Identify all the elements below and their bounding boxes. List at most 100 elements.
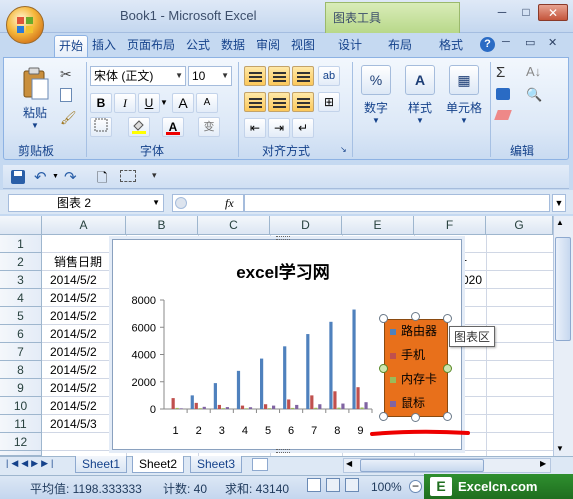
column-header[interactable]: C: [198, 216, 270, 235]
legend-item[interactable]: 鼠标: [390, 394, 450, 418]
decrease-indent-button[interactable]: ⇤: [244, 118, 266, 138]
shrink-font-button[interactable]: A: [196, 93, 218, 113]
dialog-launcher-icon[interactable]: ↘: [340, 145, 347, 154]
tab-home[interactable]: 开始: [54, 35, 89, 57]
cell-a10[interactable]: 2014/5/2: [50, 397, 114, 415]
fill-color-button[interactable]: [128, 117, 150, 137]
align-top-button[interactable]: [244, 66, 266, 86]
close-button[interactable]: ✕: [538, 4, 568, 21]
format-painter-icon[interactable]: 🖌: [60, 110, 77, 126]
cell-a9[interactable]: 2014/5/2: [50, 379, 114, 397]
row-header[interactable]: 8: [0, 361, 42, 379]
tab-formulas[interactable]: 公式: [182, 35, 214, 57]
zoom-level[interactable]: 100%: [371, 480, 402, 494]
legend-item[interactable]: 路由器: [390, 322, 450, 346]
merge-cells-button[interactable]: ⊞: [318, 92, 340, 112]
cut-icon[interactable]: ✂: [60, 66, 72, 83]
italic-button[interactable]: I: [114, 93, 136, 113]
page-break-view-icon[interactable]: [345, 478, 359, 492]
align-bottom-button[interactable]: [292, 66, 314, 86]
zoom-out-icon[interactable]: −: [409, 480, 422, 493]
scroll-down-icon[interactable]: ▼: [556, 444, 564, 453]
legend-handle[interactable]: [443, 364, 452, 373]
cell-a8[interactable]: 2014/5/2: [50, 361, 114, 379]
row-header[interactable]: 9: [0, 379, 42, 397]
formula-input[interactable]: [244, 194, 550, 212]
print-preview-icon[interactable]: 🗋: [97, 169, 107, 191]
underline-dropdown-icon[interactable]: ▼: [160, 98, 168, 107]
sheet-tab-2[interactable]: Sheet2: [132, 456, 185, 473]
orientation-button[interactable]: ab: [318, 66, 340, 86]
maximize-button[interactable]: □: [514, 4, 538, 21]
tab-review[interactable]: 审阅: [252, 35, 284, 57]
insert-sheet-icon[interactable]: [252, 458, 268, 471]
font-size-select[interactable]: 10 ▼: [188, 66, 232, 86]
cell-a3[interactable]: 2014/5/2: [50, 271, 114, 289]
cell-a4[interactable]: 2014/5/2: [50, 289, 114, 307]
chart-bottom-grip[interactable]: [276, 449, 290, 453]
sort-filter-icon[interactable]: A↓: [526, 64, 541, 79]
row-header[interactable]: 4: [0, 289, 42, 307]
phonetic-button[interactable]: 变: [198, 117, 220, 137]
insert-function-button[interactable]: fx: [225, 195, 234, 211]
cell-a7[interactable]: 2014/5/2: [50, 343, 114, 361]
number-button[interactable]: % 数字 ▼: [356, 64, 396, 134]
cell-a6[interactable]: 2014/5/2: [50, 325, 114, 343]
legend-handle[interactable]: [411, 312, 420, 321]
row-header[interactable]: 11: [0, 415, 42, 433]
scroll-left-icon[interactable]: ◀: [346, 459, 352, 468]
name-box[interactable]: 图表 2 ▼: [8, 194, 164, 212]
office-button[interactable]: [6, 6, 44, 44]
align-middle-button[interactable]: [268, 66, 290, 86]
column-header[interactable]: E: [342, 216, 414, 235]
horizontal-scroll-thumb[interactable]: [360, 459, 484, 472]
fill-icon[interactable]: [496, 88, 510, 100]
workbook-close-icon[interactable]: ✕: [548, 36, 557, 49]
legend-handle[interactable]: [443, 412, 452, 421]
wrap-text-button[interactable]: ↵: [292, 118, 314, 138]
cell-a11[interactable]: 2014/5/3: [50, 415, 114, 433]
scroll-up-icon[interactable]: ▲: [556, 218, 564, 227]
cell-a2[interactable]: 销售日期: [54, 253, 114, 271]
bold-button[interactable]: B: [90, 93, 112, 113]
select-all-button[interactable]: [0, 216, 42, 235]
tab-data[interactable]: 数据: [217, 35, 249, 57]
font-name-select[interactable]: 宋体 (正文) ▼: [90, 66, 186, 86]
copy-icon[interactable]: [60, 88, 72, 102]
legend-handle[interactable]: [379, 412, 388, 421]
legend-item[interactable]: 手机: [390, 346, 450, 370]
column-header[interactable]: F: [414, 216, 486, 235]
plot-area[interactable]: 8000 6000 4000 2000 0 1 2 3 4 5 6 7 8 9: [112, 290, 382, 440]
increase-indent-button[interactable]: ⇥: [268, 118, 290, 138]
tab-design[interactable]: 设计: [334, 35, 366, 57]
paste-button[interactable]: 粘贴 ▼: [10, 64, 60, 134]
column-header[interactable]: G: [486, 216, 553, 235]
cell-a5[interactable]: 2014/5/2: [50, 307, 114, 325]
help-icon[interactable]: ?: [480, 37, 495, 52]
undo-icon[interactable]: ↶: [34, 168, 47, 186]
legend-handle[interactable]: [411, 413, 420, 422]
sheet-nav-icons[interactable]: |◀◀▶▶|: [6, 458, 56, 469]
find-icon[interactable]: 🔍: [526, 87, 542, 103]
row-header[interactable]: 5: [0, 307, 42, 325]
vertical-scroll-thumb[interactable]: [555, 237, 571, 341]
row-header[interactable]: 2: [0, 253, 42, 271]
legend-item[interactable]: 内存卡: [390, 370, 450, 394]
autosum-icon[interactable]: Σ: [496, 64, 505, 81]
sheet-tab-3[interactable]: Sheet3: [190, 456, 243, 473]
tab-view[interactable]: 视图: [287, 35, 319, 57]
grow-font-button[interactable]: A: [172, 93, 194, 113]
underline-button[interactable]: U: [138, 93, 160, 113]
undo-dropdown-icon[interactable]: ▼: [52, 173, 59, 180]
row-header[interactable]: 1: [0, 235, 42, 253]
column-header[interactable]: A: [42, 216, 126, 235]
align-right-button[interactable]: [292, 92, 314, 112]
chart-title[interactable]: excel学习网: [218, 258, 348, 283]
expand-formula-bar-button[interactable]: ▼: [552, 194, 566, 212]
row-header[interactable]: 3: [0, 271, 42, 289]
borders-button[interactable]: [90, 117, 112, 137]
legend-handle[interactable]: [379, 364, 388, 373]
legend-handle[interactable]: [443, 314, 452, 323]
customize-qat-icon[interactable]: ▾: [152, 170, 157, 181]
save-icon[interactable]: [11, 170, 25, 184]
